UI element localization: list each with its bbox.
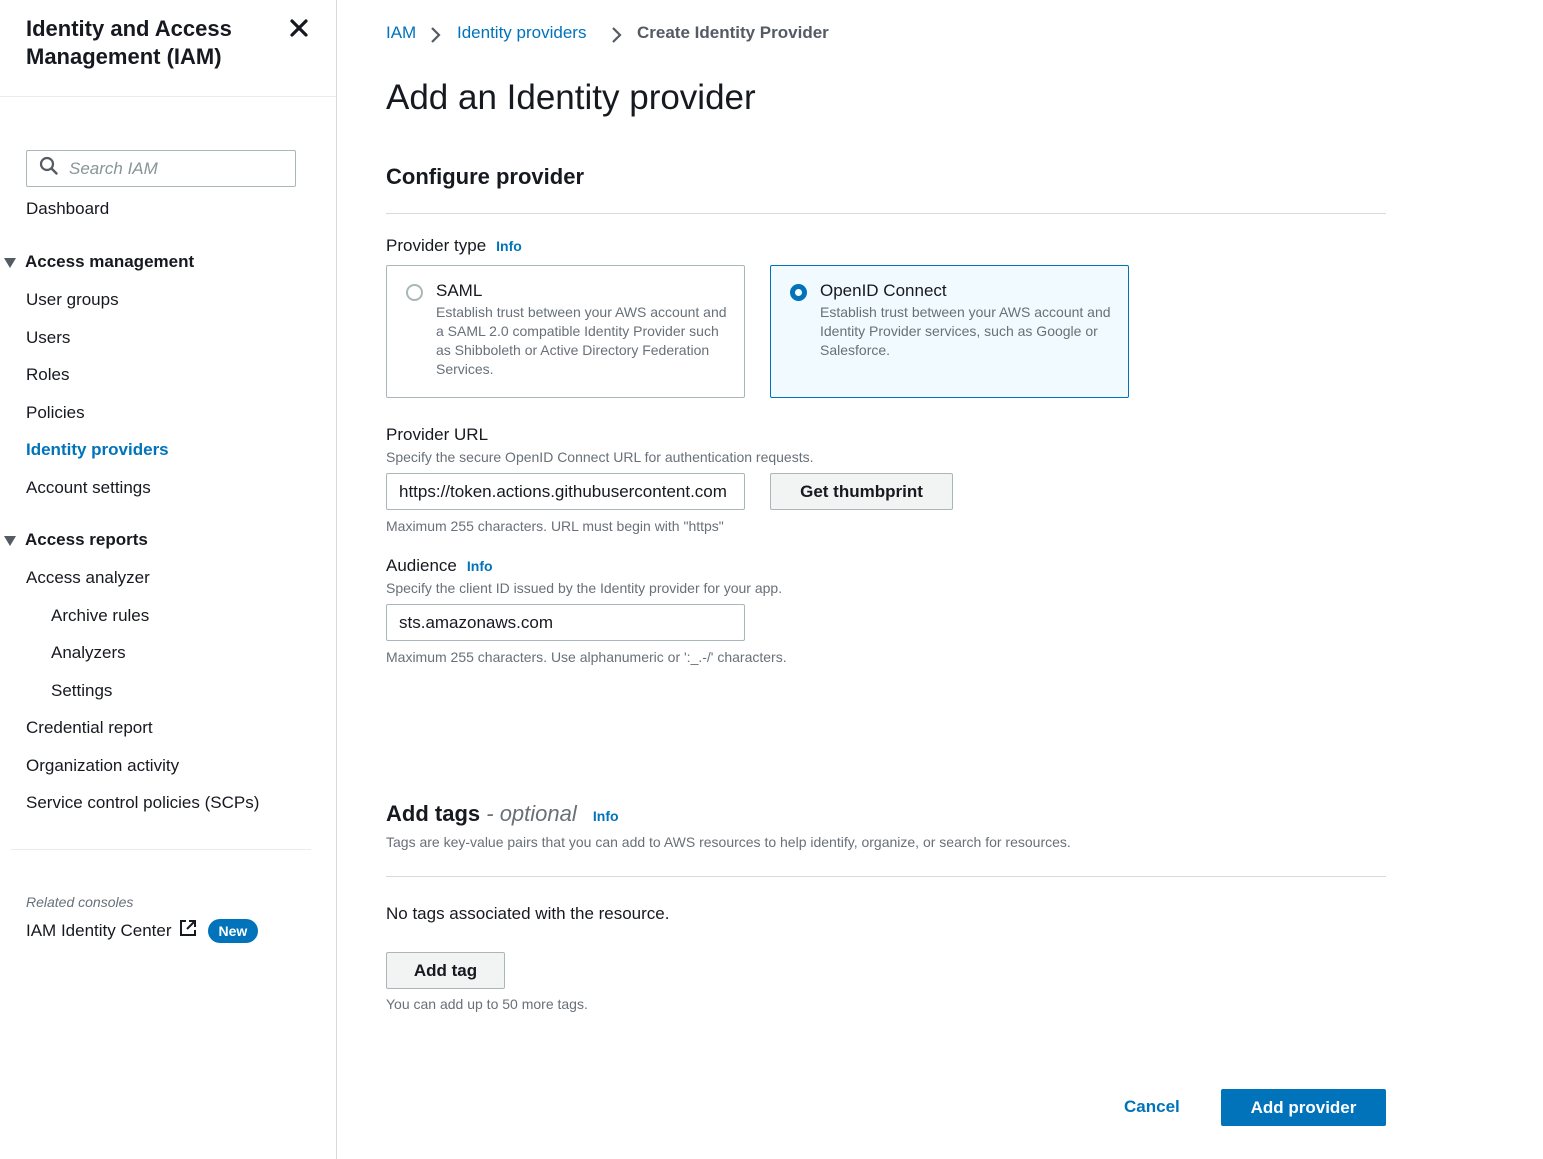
chevron-right-icon xyxy=(612,27,622,43)
iam-identity-center-link[interactable]: IAM Identity Center New xyxy=(26,918,259,943)
sidebar-item-settings[interactable]: Settings xyxy=(51,681,112,701)
cancel-button[interactable]: Cancel xyxy=(1124,1097,1180,1117)
sidebar-item-policies[interactable]: Policies xyxy=(26,403,85,423)
info-link[interactable]: Info xyxy=(593,808,619,824)
sidebar-item-account-settings[interactable]: Account settings xyxy=(26,478,151,498)
link-label: IAM Identity Center xyxy=(26,920,172,940)
divider xyxy=(386,876,1386,877)
get-thumbprint-button[interactable]: Get thumbprint xyxy=(770,473,953,510)
provider-url-input[interactable] xyxy=(386,473,745,510)
no-tags-message: No tags associated with the resource. xyxy=(386,904,670,923)
sidebar-item-users[interactable]: Users xyxy=(26,328,70,348)
sidebar-item-access-analyzer[interactable]: Access analyzer xyxy=(26,568,150,588)
label-text: Provider type xyxy=(386,236,487,255)
sidebar-item-dashboard[interactable]: Dashboard xyxy=(26,199,109,219)
sidebar-title: Identity and Access Management (IAM) xyxy=(26,16,232,69)
divider xyxy=(386,213,1386,214)
section-access-management[interactable]: Access management xyxy=(4,252,194,272)
sidebar-item-credential-report[interactable]: Credential report xyxy=(26,718,153,738)
provider-url-description: Specify the secure OpenID Connect URL fo… xyxy=(386,449,814,465)
audience-hint: Maximum 255 characters. Use alphanumeric… xyxy=(386,649,787,665)
audience-description: Specify the client ID issued by the Iden… xyxy=(386,580,783,596)
search-input[interactable] xyxy=(69,158,289,179)
section-label: Access reports xyxy=(25,530,148,549)
heading-text: Add tags xyxy=(386,801,481,826)
search-box[interactable] xyxy=(26,150,296,187)
audience-label: Audience Info xyxy=(386,556,493,576)
sidebar: Identity and Access Management (IAM) Das… xyxy=(0,0,337,1159)
sidebar-item-identity-providers[interactable]: Identity providers xyxy=(26,440,169,460)
provider-option-saml[interactable]: SAML Establish trust between your AWS ac… xyxy=(386,265,745,398)
option-title: SAML xyxy=(436,281,483,300)
divider xyxy=(11,849,311,850)
label-text: Audience xyxy=(386,556,457,575)
external-link-icon xyxy=(178,918,198,943)
related-consoles-label: Related consoles xyxy=(26,894,134,910)
radio-button[interactable] xyxy=(406,284,423,301)
provider-option-openid-connect[interactable]: OpenID Connect Establish trust between y… xyxy=(770,265,1129,398)
sidebar-item-roles[interactable]: Roles xyxy=(26,365,69,385)
close-icon[interactable] xyxy=(288,17,310,39)
sidebar-item-organization-activity[interactable]: Organization activity xyxy=(26,756,179,776)
add-tags-heading: Add tags - optional Info xyxy=(386,801,619,827)
caret-down-icon xyxy=(4,535,16,546)
add-provider-button[interactable]: Add provider xyxy=(1221,1089,1386,1126)
provider-type-label: Provider type Info xyxy=(386,236,522,256)
sidebar-item-user-groups[interactable]: User groups xyxy=(26,290,119,310)
new-badge: New xyxy=(207,918,259,943)
provider-url-label: Provider URL xyxy=(386,425,489,444)
tags-limit: You can add up to 50 more tags. xyxy=(386,996,588,1012)
breadcrumb-current: Create Identity Provider xyxy=(637,23,829,42)
tags-description: Tags are key-value pairs that you can ad… xyxy=(386,834,1071,850)
page-title: Add an Identity provider xyxy=(386,78,756,117)
breadcrumb-identity-providers[interactable]: Identity providers xyxy=(457,23,586,43)
radio-button-selected[interactable] xyxy=(790,284,807,301)
caret-down-icon xyxy=(4,257,16,268)
sidebar-header: Identity and Access Management (IAM) xyxy=(0,0,336,97)
option-description: Establish trust between your AWS account… xyxy=(436,304,727,377)
sidebar-item-archive-rules[interactable]: Archive rules xyxy=(51,606,149,626)
option-title: OpenID Connect xyxy=(820,281,947,300)
section-access-reports[interactable]: Access reports xyxy=(4,530,148,550)
audience-input[interactable] xyxy=(386,604,745,641)
section-label: Access management xyxy=(25,252,195,271)
breadcrumb-iam[interactable]: IAM xyxy=(386,23,416,43)
add-tag-button[interactable]: Add tag xyxy=(386,952,505,989)
search-icon xyxy=(39,156,59,181)
sidebar-item-analyzers[interactable]: Analyzers xyxy=(51,643,126,663)
info-link[interactable]: Info xyxy=(467,558,493,574)
configure-provider-heading: Configure provider xyxy=(386,164,585,189)
optional-text: - optional xyxy=(486,801,577,826)
provider-url-hint: Maximum 255 characters. URL must begin w… xyxy=(386,518,724,534)
option-description: Establish trust between your AWS account… xyxy=(820,304,1111,358)
sidebar-item-scps[interactable]: Service control policies (SCPs) xyxy=(26,793,259,813)
chevron-right-icon xyxy=(431,27,441,43)
info-link[interactable]: Info xyxy=(496,238,522,254)
